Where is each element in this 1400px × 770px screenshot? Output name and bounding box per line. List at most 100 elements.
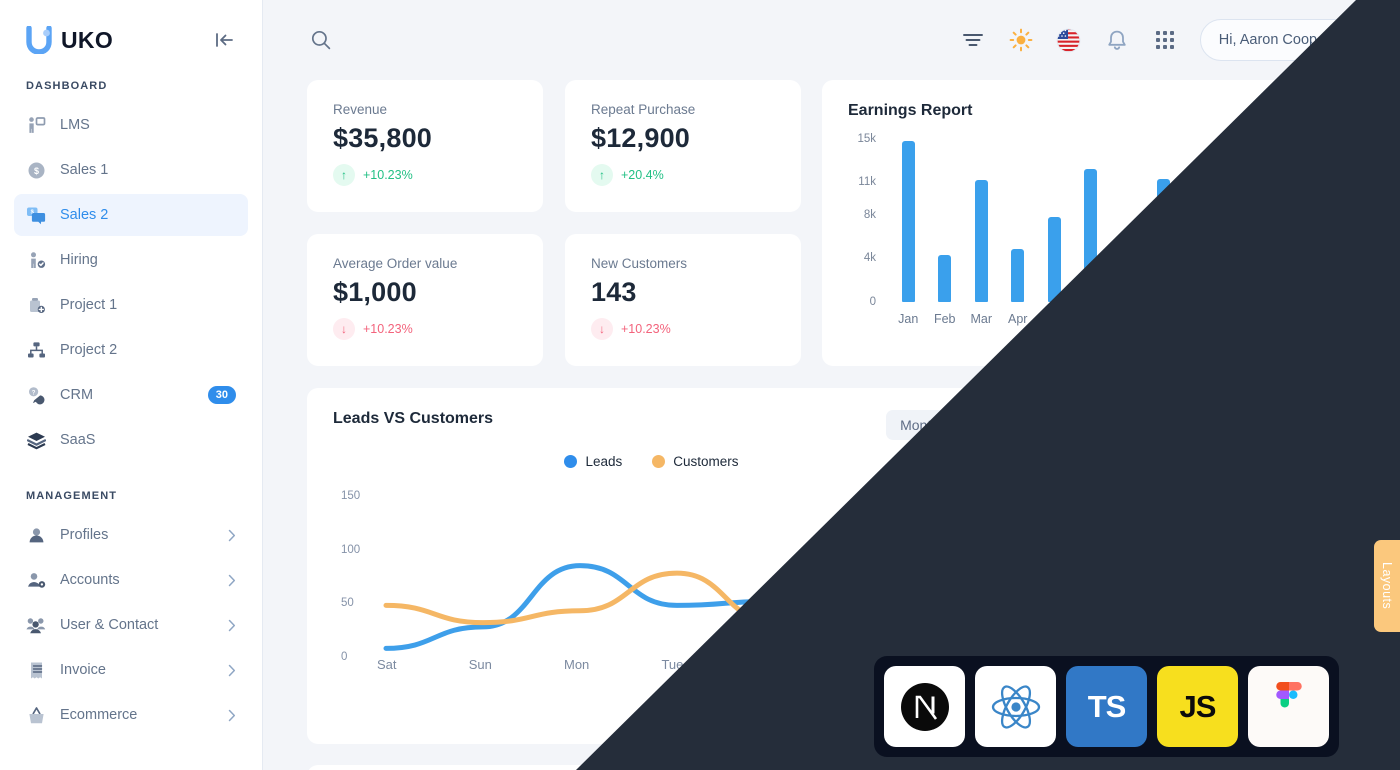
bar-chart-y-tick: 4k — [863, 252, 876, 265]
bar-chart-x-tick: Sep — [1189, 312, 1212, 326]
project-box-icon — [25, 294, 47, 316]
bar-chart-column[interactable] — [1073, 169, 1110, 302]
bar-chart-column[interactable] — [1255, 243, 1292, 302]
leads-period-value: Month — [900, 417, 939, 433]
figma-logo[interactable] — [1248, 666, 1329, 747]
stat-card-new-customers[interactable]: New Customers 143 ↓ +10.23% — [565, 234, 801, 366]
sidebar-item-user-and-contact[interactable]: User & Contact — [14, 604, 248, 646]
bar-chart-column[interactable] — [890, 140, 927, 302]
earnings-report-card: Earnings Report Month 0 4k 8k 11k 15k Jan Feb… — [822, 80, 1356, 366]
sidebar-item-lms[interactable]: LMS — [14, 104, 248, 146]
us-flag-icon[interactable] — [1052, 23, 1086, 57]
bar-chart-column[interactable] — [927, 255, 964, 302]
stat-card-repeat-purchase[interactable]: Repeat Purchase $12,900 ↑ +20.4% — [565, 80, 801, 212]
leads-period-select[interactable]: Month — [886, 410, 970, 440]
bar-chart-x-axis: Jan Feb Mar Apr May Jun Jul Aug Sep Oct Nov Dec — [890, 312, 1328, 326]
bar — [901, 140, 915, 302]
leads-header: Leads VS Customers Month — [333, 410, 970, 440]
line-chart-x-tick: Wed — [755, 657, 783, 672]
svg-text:$: $ — [33, 166, 38, 176]
sidebar-item-label: LMS — [60, 117, 90, 133]
bar-chart-x-tick: Aug — [1152, 312, 1175, 326]
stat-card-revenue[interactable]: Revenue $35,800 ↑ +10.23% — [307, 80, 543, 212]
sidebar-item-accounts[interactable]: Accounts — [14, 559, 248, 601]
bar-chart-bars — [890, 130, 1328, 302]
bar-chart-x-tick: Apr — [1008, 312, 1028, 326]
arrow-down-icon: ↓ — [333, 318, 355, 340]
bar-chart-x-tick: Jun — [1080, 312, 1101, 326]
line-chart-y-tick: 150 — [341, 489, 361, 502]
legend-item-customers: Customers — [652, 454, 739, 469]
bar-chart-column[interactable] — [1219, 194, 1256, 302]
stat-delta-text: +10.23% — [363, 168, 413, 182]
person-icon — [25, 524, 47, 546]
sidebar-item-sales-1[interactable]: $ Sales 1 — [14, 149, 248, 191]
sidebar-item-label: Sales 2 — [60, 207, 109, 223]
earnings-period-select[interactable]: Month — [1268, 102, 1332, 118]
bar-chart-column[interactable] — [1000, 248, 1037, 302]
bar — [1193, 216, 1207, 302]
stat-card-average-order-value[interactable]: Average Order value $1,000 ↓ +10.23% — [307, 234, 543, 366]
svg-text:?: ? — [31, 390, 35, 396]
sidebar-item-sales-2[interactable]: $ Sales 2 — [14, 194, 248, 236]
sidebar-item-label: User & Contact — [60, 617, 159, 633]
user-menu-button[interactable]: Hi, Aaron Cooper — [1199, 19, 1378, 61]
sidebar-item-label: SaaS — [60, 432, 96, 448]
donut-segment[interactable] — [1076, 460, 1188, 604]
sidebar-item-saas[interactable]: SaaS — [14, 419, 248, 461]
sitemap-icon — [25, 339, 47, 361]
filter-lines-icon[interactable] — [956, 23, 990, 57]
bar-chart-x-tick: Nov — [1262, 312, 1285, 326]
bar-chart-column[interactable] — [1146, 179, 1183, 302]
collapse-sidebar-icon[interactable] — [212, 27, 238, 53]
react-logo[interactable] — [975, 666, 1056, 747]
sidebar-item-hiring[interactable]: Hiring — [14, 239, 248, 281]
lms-icon — [25, 114, 47, 136]
bar-chart-column[interactable] — [963, 180, 1000, 302]
arrow-up-icon: ↑ — [333, 164, 355, 186]
sun-icon[interactable] — [1004, 23, 1038, 57]
layouts-tab-button[interactable]: Layouts — [1374, 540, 1400, 632]
typescript-logo[interactable]: TS — [1066, 666, 1147, 747]
tech-logo-bar: TS JS — [874, 656, 1339, 757]
sidebar-item-label: Hiring — [60, 252, 98, 268]
sidebar-item-invoice[interactable]: Invoice — [14, 649, 248, 691]
line-chart-y-tick: 50 — [341, 597, 354, 610]
bar — [1303, 140, 1317, 302]
bar-chart-x-tick: Jan — [898, 312, 919, 326]
sidebar-item-ecommerce[interactable]: Ecommerce — [14, 694, 248, 736]
sidebar-item-project-1[interactable]: Project 1 — [14, 284, 248, 326]
sales-chat-icon: $ — [25, 204, 47, 226]
bar-chart-column[interactable] — [1292, 140, 1329, 302]
bar-chart-y-tick: 0 — [869, 296, 876, 308]
stat-value: 143 — [591, 277, 637, 307]
javascript-logo[interactable]: JS — [1157, 666, 1238, 747]
grid-apps-icon[interactable] — [1148, 23, 1182, 57]
bar-chart-column[interactable] — [1036, 217, 1073, 302]
nextjs-logo[interactable] — [884, 666, 965, 747]
sidebar-item-label: Accounts — [60, 572, 120, 588]
sidebar-item-label: CRM — [60, 387, 94, 403]
stat-value: $12,900 — [591, 123, 690, 153]
bar — [1230, 194, 1244, 302]
sidebar-item-project-2[interactable]: Project 2 — [14, 329, 248, 371]
sidebar-item-profiles[interactable]: Profiles — [14, 514, 248, 556]
bar-chart-column[interactable] — [1182, 216, 1219, 302]
chevron-right-icon — [228, 529, 236, 542]
search-icon[interactable] — [307, 26, 335, 54]
sidebar-item-crm[interactable]: ? CRM 30 — [14, 374, 248, 416]
javascript-label: JS — [1179, 688, 1217, 724]
topbar-actions: Hi, Aaron Cooper — [956, 19, 1378, 61]
stat-delta: ↑ +20.4% — [591, 164, 777, 186]
donut-segment[interactable] — [1081, 591, 1153, 667]
chevron-down-icon — [947, 421, 959, 429]
bell-icon[interactable] — [1100, 23, 1134, 57]
stat-cards: Revenue $35,800 ↑ +10.23% Repeat Purchas… — [307, 80, 801, 366]
legend-label: Leads — [585, 454, 623, 469]
stat-title: Average Order value — [333, 256, 458, 271]
dollar-icon: $ — [25, 159, 47, 181]
bar-chart-x-tick: Dec — [1298, 312, 1321, 326]
donut-segment[interactable] — [1185, 460, 1297, 659]
bar-chart-column[interactable] — [1109, 270, 1146, 302]
bar-chart-y-axis: 0 4k 8k 11k 15k — [848, 130, 882, 308]
